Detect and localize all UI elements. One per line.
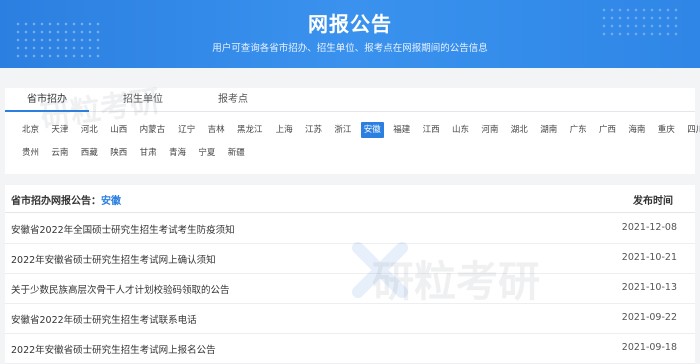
province-option[interactable]: 山西 bbox=[107, 122, 130, 138]
province-option[interactable]: 江苏 bbox=[302, 122, 325, 138]
province-option[interactable]: 河北 bbox=[78, 122, 101, 138]
page-subtitle: 用户可查询各省市招办、招生单位、报考点在网报期间的公告信息 bbox=[212, 43, 488, 54]
announcement-title[interactable]: 关于少数民族高层次骨干人才计划校验码领取的公告 bbox=[11, 282, 230, 296]
province-option[interactable]: 浙江 bbox=[331, 122, 354, 138]
publish-time-header: 发布时间 bbox=[633, 196, 673, 207]
province-option[interactable]: 陕西 bbox=[107, 145, 130, 161]
category-tabs: 省市招办 招生单位 报考点 bbox=[5, 88, 695, 112]
announcement-row[interactable]: 2022年安徽省硕士研究生招生考试网上报名公告 2021-09-18 bbox=[5, 334, 695, 364]
announcement-title[interactable]: 安徽省2022年全国硕士研究生招生考试考生防疫须知 bbox=[11, 222, 235, 236]
province-option[interactable]: 广西 bbox=[596, 122, 619, 138]
announcement-title[interactable]: 2022年安徽省硕士研究生招生考试网上确认须知 bbox=[11, 252, 216, 266]
province-option[interactable]: 新疆 bbox=[225, 145, 248, 161]
province-option[interactable]: 广东 bbox=[567, 122, 590, 138]
province-option[interactable]: 宁夏 bbox=[195, 145, 218, 161]
header-banner: 网报公告 用户可查询各省市招办、招生单位、报考点在网报期间的公告信息 bbox=[0, 0, 700, 68]
announcement-list: 省市招办网报公告：安徽 发布时间 安徽省2022年全国硕士研究生招生考试考生防疫… bbox=[5, 185, 695, 364]
province-option[interactable]: 辽宁 bbox=[175, 122, 198, 138]
province-option[interactable]: 海南 bbox=[625, 122, 648, 138]
announcement-row[interactable]: 安徽省2022年硕士研究生招生考试联系电话 2021-09-22 bbox=[5, 304, 695, 334]
list-header: 省市招办网报公告：安徽 发布时间 bbox=[5, 185, 695, 213]
announcement-date: 2021-10-21 bbox=[621, 252, 677, 263]
province-option[interactable]: 吉林 bbox=[205, 122, 228, 138]
selected-province: 安徽 bbox=[101, 196, 121, 207]
province-option[interactable]: 内蒙古 bbox=[137, 122, 169, 138]
province-option[interactable]: 重庆 bbox=[655, 122, 678, 138]
announcement-date: 2021-12-08 bbox=[621, 222, 677, 233]
province-option[interactable]: 青海 bbox=[166, 145, 189, 161]
province-option[interactable]: 上海 bbox=[273, 122, 296, 138]
province-option[interactable]: 西藏 bbox=[78, 145, 101, 161]
filter-panel: 省市招办 招生单位 报考点 北京 天津 河北 山西 内蒙古 辽宁 吉林 黑龙江 上海 江苏 浙江 安徽… bbox=[5, 88, 700, 174]
list-heading-label: 省市招办网报公告： bbox=[11, 196, 101, 207]
province-option[interactable]: 天津 bbox=[48, 122, 71, 138]
province-option[interactable]: 山东 bbox=[449, 122, 472, 138]
list-heading: 省市招办网报公告：安徽 bbox=[11, 192, 121, 207]
province-option[interactable]: 贵州 bbox=[19, 145, 42, 161]
announcement-date: 2021-09-18 bbox=[621, 342, 677, 353]
announcement-row[interactable]: 2022年安徽省硕士研究生招生考试网上确认须知 2021-10-21 bbox=[5, 244, 695, 274]
province-option[interactable]: 甘肃 bbox=[137, 145, 160, 161]
province-option[interactable]: 云南 bbox=[48, 145, 71, 161]
province-option[interactable]: 湖北 bbox=[508, 122, 531, 138]
announcement-title[interactable]: 2022年安徽省硕士研究生招生考试网上报名公告 bbox=[11, 342, 216, 356]
announcement-title[interactable]: 安徽省2022年硕士研究生招生考试联系电话 bbox=[11, 312, 197, 326]
province-option[interactable]: 江西 bbox=[420, 122, 443, 138]
page-title: 网报公告 bbox=[308, 12, 392, 36]
announcement-date: 2021-10-13 bbox=[621, 282, 677, 293]
tab-provincial-office[interactable]: 省市招办 bbox=[5, 88, 89, 112]
announcement-row[interactable]: 安徽省2022年全国硕士研究生招生考试考生防疫须知 2021-12-08 bbox=[5, 214, 695, 244]
province-option[interactable]: 北京 bbox=[19, 122, 42, 138]
province-option[interactable]: 福建 bbox=[390, 122, 413, 138]
announcement-row[interactable]: 关于少数民族高层次骨干人才计划校验码领取的公告 2021-10-13 bbox=[5, 274, 695, 304]
province-option[interactable]: 河南 bbox=[478, 122, 501, 138]
province-option[interactable]: 安徽 bbox=[360, 122, 384, 138]
province-option[interactable]: 湖南 bbox=[537, 122, 560, 138]
announcement-date: 2021-09-22 bbox=[621, 312, 677, 323]
tab-enrollment-unit[interactable]: 招生单位 bbox=[101, 88, 185, 112]
province-option[interactable]: 黑龙江 bbox=[234, 122, 266, 138]
tab-exam-site[interactable]: 报考点 bbox=[191, 88, 275, 112]
province-option[interactable]: 四川 bbox=[684, 122, 700, 138]
